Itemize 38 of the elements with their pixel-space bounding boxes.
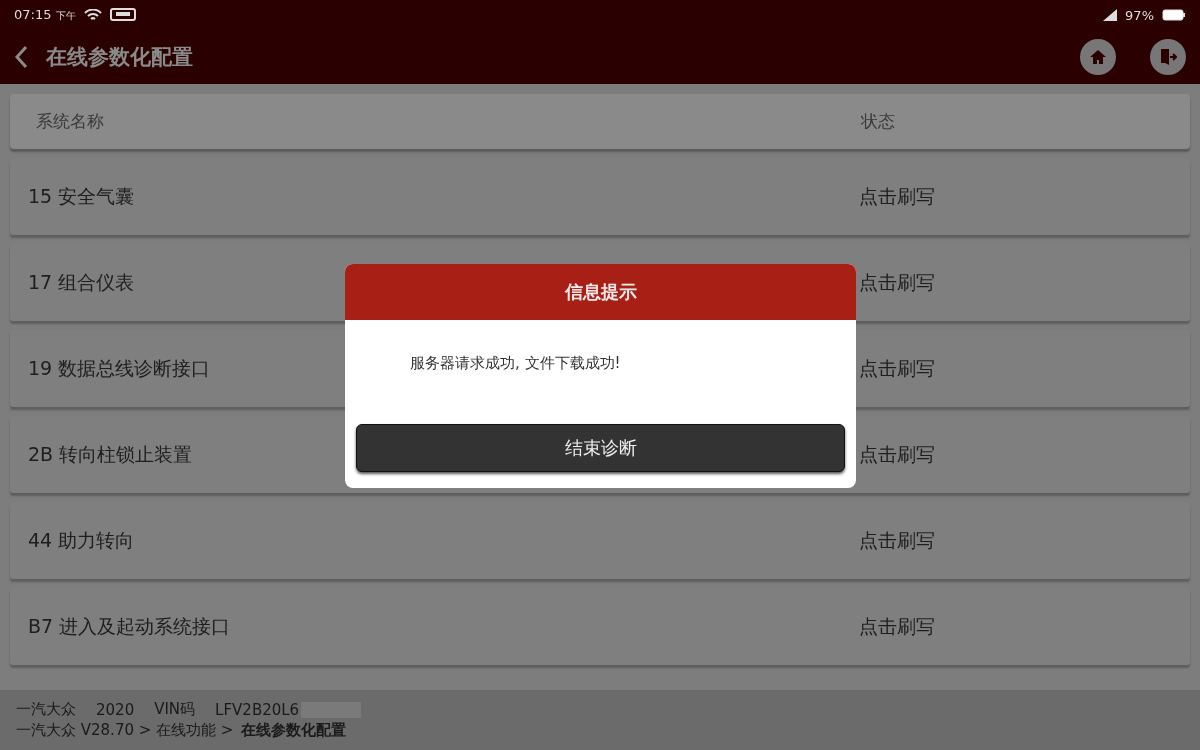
vehicle-make: 一汽大众 bbox=[16, 700, 76, 719]
status-text: 点击刷写 bbox=[859, 441, 936, 467]
breadcrumb-current: 在线参数化配置 bbox=[241, 721, 347, 740]
system-row[interactable]: B7 进入及起动系统接口 点击刷写 bbox=[10, 588, 1190, 665]
dialog-title: 信息提示 bbox=[345, 264, 856, 320]
vehicle-year: 2020 bbox=[96, 700, 135, 719]
column-header: 系统名称 bbox=[36, 110, 105, 133]
page-title: 在线参数化配置 bbox=[46, 44, 194, 71]
dialog-message: 服务器请求成功, 文件下载成功! bbox=[410, 354, 621, 372]
battery-icon bbox=[1162, 9, 1186, 21]
end-diagnosis-button[interactable]: 结束诊断 bbox=[356, 424, 845, 472]
status-text: 点击刷写 bbox=[859, 355, 936, 381]
status-text: 点击刷写 bbox=[859, 613, 936, 639]
home-button[interactable] bbox=[1080, 39, 1116, 75]
home-icon bbox=[1089, 48, 1107, 66]
vin-text: LFV2B20L6 bbox=[215, 700, 300, 719]
system-name: 2B 转向柱锁止装置 bbox=[28, 442, 193, 465]
breadcrumb-path: 一汽大众 V28.70 > 在线功能 > bbox=[16, 721, 234, 740]
vin-label: VIN码 bbox=[154, 700, 196, 719]
back-icon[interactable] bbox=[14, 45, 28, 69]
clock: 07:15 下午 bbox=[14, 7, 76, 23]
system-row[interactable]: 15 安全气囊 点击刷写 bbox=[10, 158, 1190, 235]
system-name: 15 安全气囊 bbox=[28, 184, 135, 207]
system-name: B7 进入及起动系统接口 bbox=[28, 614, 231, 637]
status-text: 点击刷写 bbox=[859, 183, 936, 209]
wifi-icon bbox=[83, 8, 102, 22]
status-text: 点击刷写 bbox=[859, 269, 936, 295]
exit-button[interactable] bbox=[1150, 39, 1186, 75]
battery-level: 97% bbox=[1125, 7, 1154, 23]
column-header: 状态 bbox=[861, 110, 896, 133]
system-name: 17 组合仪表 bbox=[28, 270, 135, 293]
system-name: 19 数据总线诊断接口 bbox=[28, 356, 211, 379]
status-text: 点击刷写 bbox=[859, 527, 936, 553]
usb-icon bbox=[109, 8, 136, 22]
signal-icon bbox=[1103, 9, 1118, 21]
exit-icon bbox=[1159, 48, 1177, 66]
system-row[interactable]: 44 助力转向 点击刷写 bbox=[10, 502, 1190, 579]
system-name: 44 助力转向 bbox=[28, 528, 135, 551]
